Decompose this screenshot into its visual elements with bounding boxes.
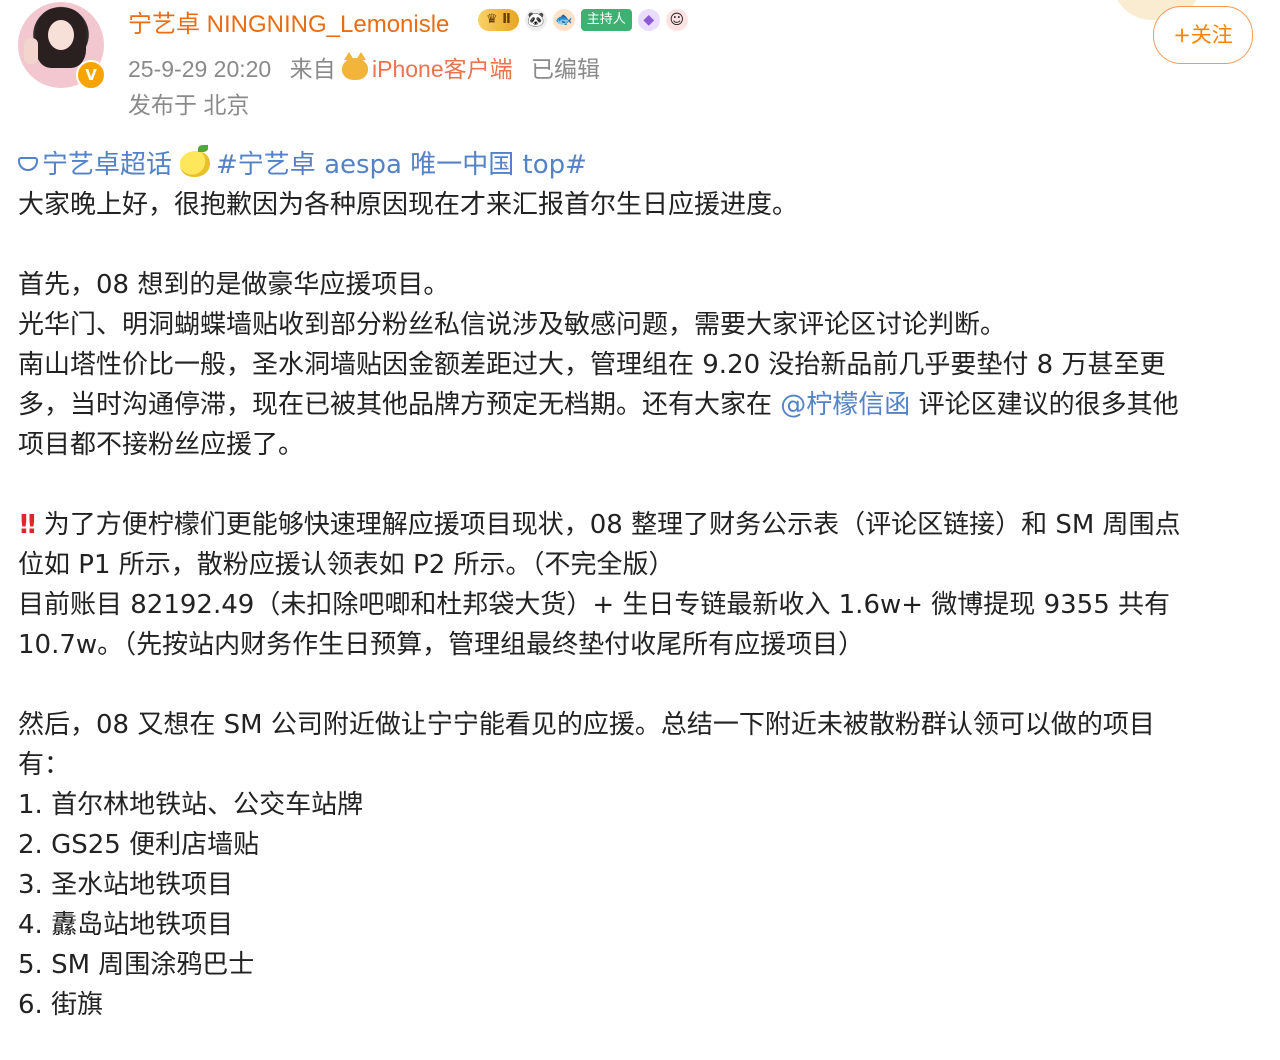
edited-label[interactable]: 已编辑 — [531, 56, 600, 82]
list-item: 1. 首尔林地铁站、公交车站牌 — [18, 790, 364, 820]
paragraph-line: 多，当时沟通停滞，现在已被其他品牌方预定无档期。还有大家在 @柠檬信函 评论区建… — [18, 385, 1262, 425]
crown-level-text: Ⅱ — [502, 12, 511, 27]
panda-badge-icon[interactable]: 🐼 — [524, 9, 547, 31]
verified-icon: V — [76, 60, 106, 90]
lemon-emoji-icon — [180, 145, 211, 177]
paragraph-line: 有： — [18, 750, 71, 780]
paragraph-line: 首先，08 想到的是做豪华应援项目。 — [18, 270, 450, 300]
list-item: 5. SM 周围涂鸦巴士 — [18, 950, 255, 980]
face-badge-icon[interactable]: ☺ — [665, 9, 688, 31]
source-prefix: 来自 — [289, 56, 336, 82]
topic-line: 宁艺卓超话 #宁艺卓 aespa 唯一中国 top# — [18, 145, 1262, 185]
post-body: 宁艺卓超话 #宁艺卓 aespa 唯一中国 top# 大家晚上好，很抱歉因为各种原… — [18, 145, 1262, 1025]
post-location: 发布于 北京 — [128, 92, 250, 118]
list-item: 3. 圣水站地铁项目 — [18, 870, 234, 900]
fish-badge-icon[interactable]: 🐟 — [552, 9, 575, 31]
hashtag-link[interactable]: #宁艺卓 aespa 唯一中国 top# — [216, 150, 587, 180]
greeting-line: 大家晚上好，很抱歉因为各种原因现在才来汇报首尔生日应援进度。 — [18, 190, 799, 220]
paragraph-line: 位如 P1 所示，散粉应援认领表如 P2 所示。（不完全版） — [18, 550, 675, 580]
paragraph-line: 南山塔性价比一般，圣水洞墙贴因金额差距过大，管理组在 9.20 没抬新品前几乎要… — [18, 350, 1166, 380]
paragraph-text: 多，当时沟通停滞，现在已被其他品牌方预定无档期。还有大家在 — [18, 390, 773, 420]
super-topic-diamond-icon — [18, 157, 38, 171]
post-meta: 25-9-29 20:20 来自 iPhone客户端 已编辑 — [128, 50, 600, 84]
paragraph-line: 目前账目 82192.49（未扣除吧唧和杜邦袋大货）+ 生日专链最新收入 1.6… — [18, 590, 1170, 620]
paragraph-line: 然后，08 又想在 SM 公司附近做让宁宁能看见的应援。总结一下附近未被散粉群认… — [18, 710, 1155, 740]
avatar-hand — [24, 38, 38, 64]
super-topic-link[interactable]: 宁艺卓超话 — [42, 150, 172, 180]
client-cat-icon — [342, 52, 369, 80]
paragraph-text: 评论区建议的很多其他 — [918, 390, 1179, 420]
list-item: 6. 街旗 — [18, 990, 104, 1020]
host-badge-label: 主持人 — [586, 12, 626, 27]
mention-link[interactable]: @柠檬信函 — [780, 390, 910, 420]
follow-button[interactable]: +关注 — [1153, 6, 1253, 64]
crown-level-badge-icon[interactable]: ♛ Ⅱ — [478, 9, 519, 31]
list-item: 2. GS25 便利店墙贴 — [18, 830, 260, 860]
avatar-face — [48, 20, 74, 50]
paragraph-line: 10.7w。（先按站内财务作生日预算，管理组最终垫付收尾所有应援项目） — [18, 630, 865, 660]
double-exclamation-icon: !! — [18, 510, 38, 540]
paragraph-text: 为了方便柠檬们更能够快速理解应援项目现状，08 整理了财务公示表（评论区链接）和… — [43, 510, 1181, 540]
paragraph-line: !! 为了方便柠檬们更能够快速理解应援项目现状，08 整理了财务公示表（评论区链接… — [18, 505, 1262, 545]
host-badge[interactable]: 主持人 — [580, 9, 632, 31]
paragraph-line: 光华门、明洞蝴蝶墙贴收到部分粉丝私信说涉及敏感问题，需要大家评论区讨论判断。 — [18, 310, 1007, 340]
author-name[interactable]: 宁艺卓 NINGNING_Lemonisle — [128, 4, 449, 39]
paragraph-line: 项目都不接粉丝应援了。 — [18, 430, 305, 460]
list-item: 4. 纛岛站地铁项目 — [18, 910, 234, 940]
post-header: V 宁艺卓 NINGNING_Lemonisle ♛ Ⅱ 🐼 🐟 主持人 ◆ ☺… — [0, 0, 1280, 120]
post-timestamp[interactable]: 25-9-29 20:20 — [128, 56, 271, 82]
client-link[interactable]: iPhone客户端 — [372, 56, 513, 82]
diamond-level-badge-icon[interactable]: ◆ — [637, 9, 660, 31]
author-badges: ♛ Ⅱ 🐼 🐟 主持人 ◆ ☺ — [478, 6, 688, 34]
